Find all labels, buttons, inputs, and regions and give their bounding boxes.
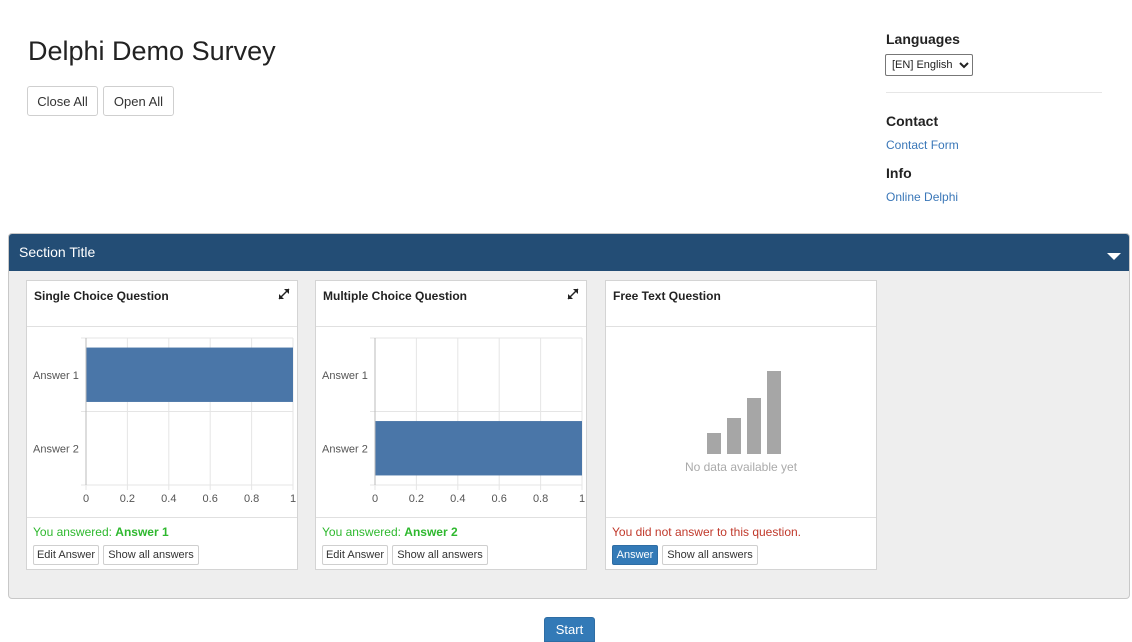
caret-down-icon[interactable] bbox=[1107, 253, 1121, 260]
answer-status: You answered: Answer 2 bbox=[322, 525, 458, 539]
survey-title: Delphi Demo Survey bbox=[28, 36, 276, 66]
section-header[interactable]: Section Title bbox=[9, 234, 1129, 271]
online-delphi-link[interactable]: Online Delphi bbox=[886, 190, 958, 204]
question-footer: You answered: Answer 2 Edit Answer Show … bbox=[316, 517, 586, 571]
bar-chart: Answer 1 Answer 2 0 0.2 0.4 0.6 0.8 1 bbox=[33, 337, 296, 505]
info-heading: Info bbox=[886, 165, 912, 181]
question-card-multiple-choice: Multiple Choice Question Answer 1 Answer … bbox=[315, 280, 587, 570]
x-tick-label: 1 bbox=[290, 493, 296, 505]
question-header: Single Choice Question bbox=[27, 281, 297, 327]
x-tick-label: 0.8 bbox=[244, 493, 259, 505]
x-tick-label: 0.4 bbox=[161, 493, 176, 505]
languages-heading: Languages bbox=[886, 31, 960, 47]
question-footer: You answered: Answer 1 Edit Answer Show … bbox=[27, 517, 297, 571]
question-title: Single Choice Question bbox=[34, 289, 169, 303]
no-data-message: No data available yet bbox=[684, 460, 798, 474]
x-tick-label: 0.2 bbox=[120, 493, 135, 505]
x-tick-label: 0.6 bbox=[203, 493, 218, 505]
bar bbox=[86, 347, 293, 402]
question-title: Multiple Choice Question bbox=[323, 289, 468, 303]
results-chart: Answer 1 Answer 2 0 0.2 0.4 0.6 0.8 1 bbox=[316, 328, 586, 516]
status-prefix: You answered: bbox=[322, 525, 405, 539]
contact-heading: Contact bbox=[886, 113, 939, 129]
bar-chart-placeholder-icon bbox=[707, 371, 781, 454]
expand-icon[interactable] bbox=[566, 287, 580, 301]
selected-answer: Answer 1 bbox=[115, 525, 169, 539]
question-footer: You did not answer to this question. Ans… bbox=[606, 517, 876, 571]
x-tick-label: 0.8 bbox=[533, 493, 548, 505]
x-tick-label: 0 bbox=[372, 493, 378, 505]
expand-icon[interactable] bbox=[277, 287, 291, 301]
answer-button[interactable]: Answer bbox=[612, 545, 658, 565]
category-label: Answer 1 bbox=[322, 370, 368, 382]
category-label: Answer 2 bbox=[33, 443, 79, 455]
survey-section: Section Title Single Choice Question Ans… bbox=[8, 233, 1130, 599]
bar-chart: Answer 1 Answer 2 0 0.2 0.4 0.6 0.8 1 bbox=[322, 337, 585, 505]
bar bbox=[375, 421, 582, 476]
question-header: Multiple Choice Question bbox=[316, 281, 586, 327]
sidebar-divider bbox=[886, 92, 1102, 93]
x-tick-label: 0.2 bbox=[409, 493, 424, 505]
category-label: Answer 1 bbox=[33, 370, 79, 382]
results-chart: Answer 1 Answer 2 0 0.2 0.4 0.6 0.8 1 bbox=[27, 328, 297, 516]
answer-status: You did not answer to this question. bbox=[612, 525, 802, 539]
show-all-answers-button[interactable]: Show all answers bbox=[662, 545, 758, 565]
no-data-panel: No data available yet bbox=[606, 328, 876, 516]
question-title: Free Text Question bbox=[613, 289, 721, 303]
x-tick-label: 1 bbox=[579, 493, 585, 505]
contact-form-link[interactable]: Contact Form bbox=[886, 138, 959, 152]
status-prefix: You answered: bbox=[33, 525, 116, 539]
language-select[interactable]: [EN] English bbox=[885, 54, 973, 76]
question-card-single-choice: Single Choice Question Answer 1 Answer 2 0… bbox=[26, 280, 298, 570]
start-button[interactable]: Start bbox=[544, 617, 595, 642]
question-card-free-text: Free Text Question No data available yet… bbox=[605, 280, 877, 570]
selected-answer: Answer 2 bbox=[404, 525, 458, 539]
x-tick-label: 0.4 bbox=[450, 493, 465, 505]
show-all-answers-button[interactable]: Show all answers bbox=[103, 545, 199, 565]
close-all-button[interactable]: Close All bbox=[27, 86, 98, 116]
x-tick-label: 0.6 bbox=[492, 493, 507, 505]
question-header: Free Text Question bbox=[606, 281, 876, 327]
answer-status: You answered: Answer 1 bbox=[33, 525, 169, 539]
section-title: Section Title bbox=[19, 244, 96, 260]
show-all-answers-button[interactable]: Show all answers bbox=[392, 545, 488, 565]
category-label: Answer 2 bbox=[322, 443, 368, 455]
edit-answer-button[interactable]: Edit Answer bbox=[33, 545, 99, 565]
open-all-button[interactable]: Open All bbox=[103, 86, 174, 116]
x-tick-label: 0 bbox=[83, 493, 89, 505]
edit-answer-button[interactable]: Edit Answer bbox=[322, 545, 388, 565]
